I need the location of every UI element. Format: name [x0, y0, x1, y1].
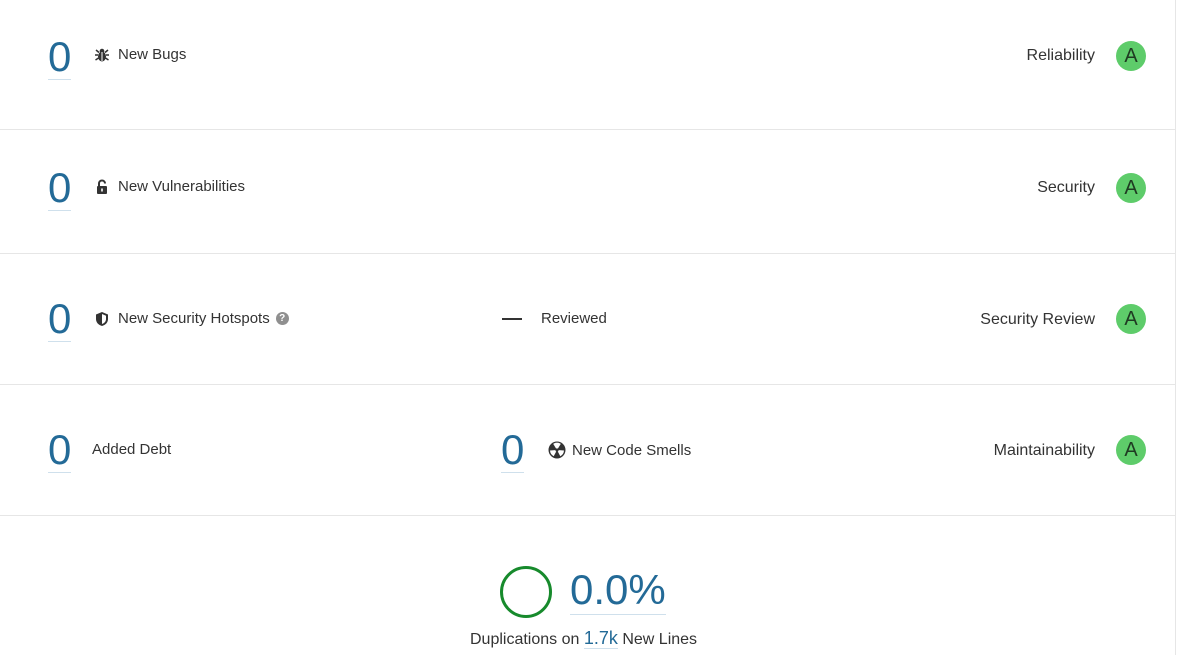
new-security-hotspots-label-group: New Security Hotspots ? [94, 310, 289, 327]
duplications-caption-suffix: New Lines [622, 631, 698, 648]
code-smell-icon [548, 441, 566, 459]
new-security-hotspots-count[interactable]: 0 [48, 297, 72, 342]
maintainability-rating-badge[interactable]: A [1116, 435, 1146, 465]
new-bugs-count[interactable]: 0 [48, 35, 72, 80]
help-icon[interactable]: ? [275, 312, 289, 325]
reliability-rating-badge[interactable]: A [1116, 41, 1146, 71]
duplications-caption: Duplications on 1.7k New Lines [470, 628, 697, 649]
new-vulnerabilities-count[interactable]: 0 [48, 166, 72, 211]
new-bugs-label-group: New Bugs [94, 46, 186, 63]
reliability-label: Reliability [1026, 47, 1095, 64]
new-bugs-label: New Bugs [118, 46, 187, 63]
new-vulnerabilities-label-group: New Vulnerabilities [94, 178, 245, 195]
reliability-row: 0 New Bugs Reliability A [0, 0, 1176, 130]
security-review-row: 0 New Security Hotspots ? Reviewed Secur… [0, 254, 1176, 385]
new-vulnerabilities-label: New Vulnerabilities [118, 178, 246, 195]
new-code-smells-label-group: New Code Smells [548, 441, 691, 459]
security-review-label: Security Review [980, 311, 1095, 328]
security-label: Security [1037, 179, 1095, 196]
new-security-hotspots-label: New Security Hotspots [118, 310, 270, 327]
security-review-rating-badge[interactable]: A [1116, 304, 1146, 334]
reviewed-label: Reviewed [541, 310, 607, 327]
shield-icon [94, 311, 110, 327]
duplications-percentage[interactable]: 0.0% [570, 566, 666, 615]
duplications-caption-prefix: Duplications on [470, 631, 580, 648]
added-debt-label: Added Debt [92, 441, 172, 458]
added-debt-value[interactable]: 0 [48, 428, 72, 473]
security-row: 0 New Vulnerabilities Security A [0, 123, 1176, 254]
new-code-measures-panel: 0 New Bugs Reliability A 0 New Vulnerabi… [0, 0, 1176, 655]
security-rating-badge[interactable]: A [1116, 173, 1146, 203]
new-lines-count[interactable]: 1.7k [583, 628, 618, 649]
new-code-smells-count[interactable]: 0 [501, 428, 525, 473]
bug-icon [94, 47, 110, 63]
maintainability-label: Maintainability [993, 442, 1095, 459]
reviewed-empty-dash [502, 318, 522, 320]
duplications-ring-icon [500, 566, 552, 618]
unlock-icon [94, 179, 110, 195]
maintainability-row: 0 Added Debt 0 New Code Smells Maintaina… [0, 385, 1176, 516]
new-code-smells-label: New Code Smells [572, 441, 692, 459]
